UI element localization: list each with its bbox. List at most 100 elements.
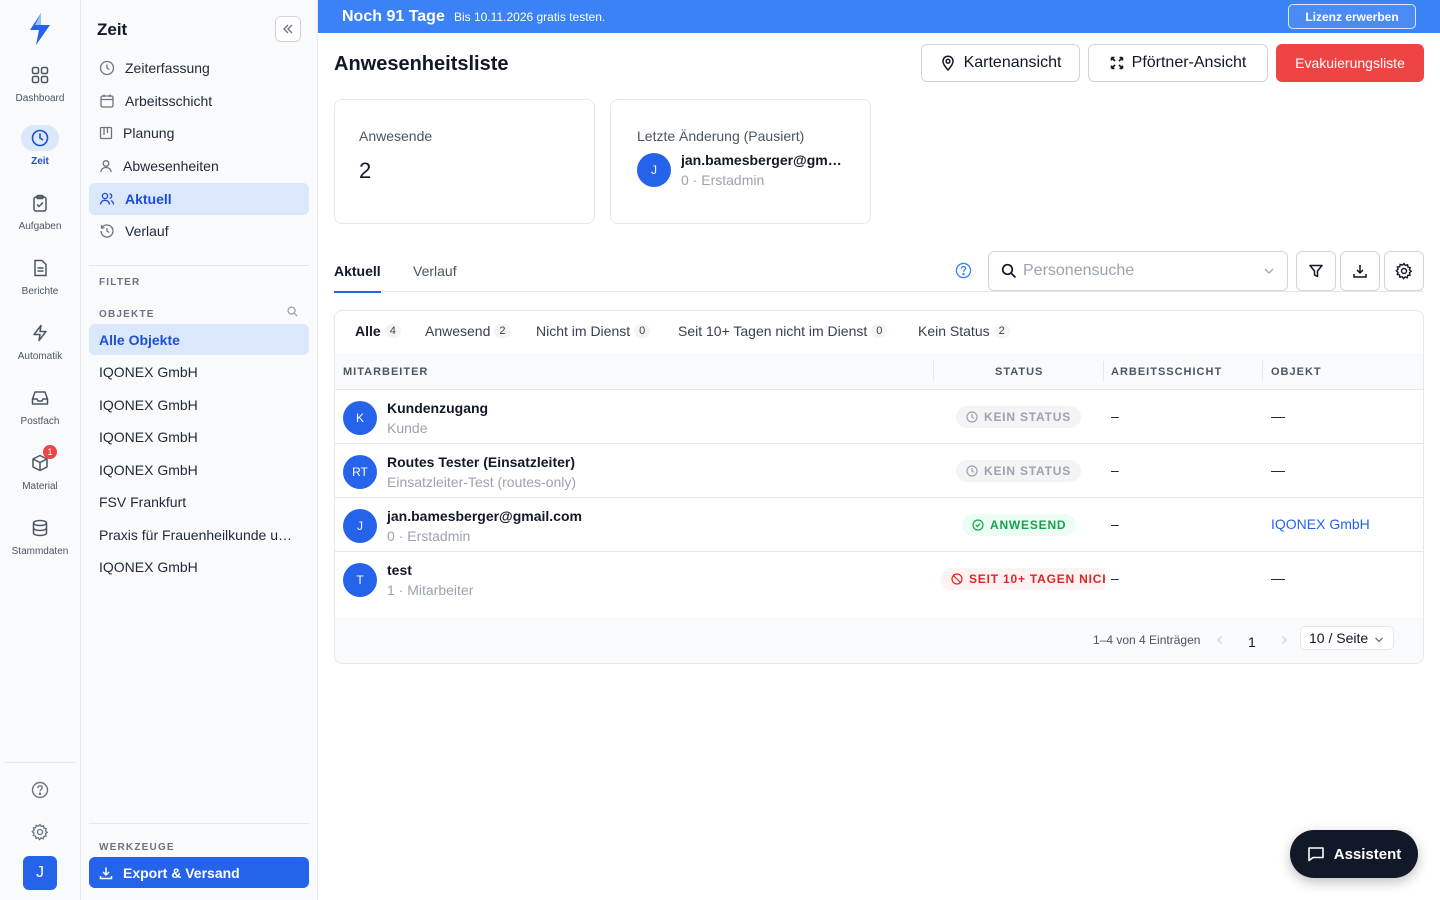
column-separator (1262, 361, 1263, 381)
rail-item-material[interactable]: 1 Material (0, 445, 80, 506)
shift-value: – (1111, 570, 1119, 586)
avatar: J (343, 509, 377, 543)
map-view-label: Kartenansicht (963, 54, 1062, 71)
chevron-down-icon (1264, 268, 1274, 274)
object-value: — (1271, 408, 1285, 424)
object-item[interactable]: IQONEX GmbH (89, 356, 309, 387)
filter-tab-alle[interactable]: Alle 4 (355, 323, 401, 339)
page-size-select[interactable]: 10 / Seite (1300, 626, 1394, 650)
status-text: KEIN STATUS (984, 410, 1072, 424)
tab-verlauf[interactable]: Verlauf (413, 263, 457, 279)
sidebar-divider (89, 823, 309, 824)
person-icon (100, 160, 112, 173)
object-link[interactable]: IQONEX GmbH (1271, 516, 1370, 532)
column-header-status[interactable]: STATUS (995, 366, 1043, 378)
tab-aktuell[interactable]: Aktuell (334, 263, 381, 279)
table-row[interactable]: T test 1 · Mitarbeiter SEIT 10+ TAGEN NI… (335, 552, 1423, 618)
object-item[interactable]: IQONEX GmbH (89, 421, 309, 452)
nav-label: Planung (123, 125, 175, 141)
user-avatar[interactable]: J (23, 856, 57, 890)
calendar-icon (100, 94, 114, 108)
nav-item-zeiterfassung[interactable]: Zeiterfassung (89, 52, 309, 84)
nav-item-arbeitsschicht[interactable]: Arbeitsschicht (89, 85, 309, 117)
nav-item-verlauf[interactable]: Verlauf (89, 215, 309, 247)
clock-icon (99, 60, 115, 76)
rail-item-automatik[interactable]: Automatik (0, 320, 80, 376)
person-search-input[interactable] (1023, 262, 1253, 280)
filter-count: 0 (634, 324, 651, 338)
employee-name: Kundenzugang (387, 400, 489, 416)
nav-item-aktuell[interactable]: Aktuell (89, 183, 309, 215)
help-circle-icon[interactable] (955, 262, 972, 279)
assistant-button[interactable]: Assistent (1290, 830, 1418, 878)
object-item-all[interactable]: Alle Objekte (89, 324, 309, 355)
icon-rail: Dashboard Zeit Aufgaben Berichte Automat… (0, 0, 81, 900)
expand-icon (1110, 56, 1123, 70)
rail-item-postfach[interactable]: Postfach (0, 385, 80, 441)
filter-tab-nicht-im-dienst[interactable]: Nicht im Dienst 0 (536, 323, 651, 339)
filter-label: Seit 10+ Tagen nicht im Dienst (678, 323, 868, 339)
chevron-right-icon[interactable] (1279, 635, 1289, 645)
page-number[interactable]: 1 (1248, 634, 1256, 650)
object-item[interactable]: Praxis für Frauenheilkunde un… (89, 519, 309, 550)
gate-view-button[interactable]: Pförtner-Ansicht (1088, 44, 1268, 82)
database-icon (21, 515, 59, 541)
table-row[interactable]: RT Routes Tester (Einsatzleiter) Einsatz… (335, 444, 1423, 498)
search-icon[interactable] (287, 306, 298, 317)
shift-value: – (1111, 462, 1119, 478)
filter-button[interactable] (1296, 251, 1336, 291)
shift-value: – (1111, 408, 1119, 424)
inbox-icon (21, 385, 59, 411)
chevron-down-icon (1375, 637, 1383, 643)
rail-item-dashboard[interactable]: Dashboard (0, 62, 80, 118)
notification-badge: 1 (43, 445, 57, 459)
chevron-left-icon[interactable] (1215, 635, 1225, 645)
avatar: RT (343, 455, 377, 489)
table-row[interactable]: K Kundenzugang Kunde KEIN STATUS – — (335, 390, 1423, 444)
object-item[interactable]: IQONEX GmbH (89, 389, 309, 420)
rail-item-aufgaben[interactable]: Aufgaben (0, 190, 80, 246)
object-label: Alle Objekte (99, 331, 180, 348)
filter-tab-seit-10-tagen[interactable]: Seit 10+ Tagen nicht im Dienst 0 (678, 323, 888, 339)
column-header-object[interactable]: OBJEKT (1271, 366, 1322, 378)
nav-label: Abwesenheiten (123, 158, 219, 174)
settings-gear-icon[interactable] (0, 823, 80, 841)
object-label: IQONEX GmbH (99, 428, 198, 445)
rail-item-berichte[interactable]: Berichte (0, 255, 80, 311)
table-header: MITARBEITER STATUS ARBEITSSCHICHT OBJEKT (335, 353, 1423, 390)
buy-license-button[interactable]: Lizenz erwerben (1288, 4, 1416, 29)
gate-view-label: Pförtner-Ansicht (1131, 54, 1247, 71)
filter-label: Kein Status (918, 323, 990, 339)
app-logo-icon[interactable] (27, 12, 53, 46)
export-button[interactable]: Export & Versand (89, 857, 309, 888)
table-settings-button[interactable] (1384, 251, 1424, 291)
collapse-sidebar-button[interactable] (275, 16, 301, 42)
filter-tab-anwesend[interactable]: Anwesend 2 (425, 323, 511, 339)
document-icon (21, 255, 59, 281)
rail-item-stammdaten[interactable]: Stammdaten (0, 515, 80, 571)
rail-label: Zeit (31, 156, 49, 167)
filter-tab-kein-status[interactable]: Kein Status 2 (918, 323, 1010, 339)
rail-label: Berichte (21, 286, 59, 297)
column-header-shift[interactable]: ARBEITSSCHICHT (1111, 366, 1222, 378)
sidebar-title: Zeit (97, 20, 128, 39)
employee-role: 1 · Mitarbeiter (387, 582, 474, 598)
nav-item-abwesenheiten[interactable]: Abwesenheiten (89, 150, 309, 182)
pagination-info: 1–4 von 4 Einträgen (1093, 633, 1201, 647)
object-item[interactable]: IQONEX GmbH (89, 551, 309, 582)
filter-count: 2 (494, 324, 511, 338)
evacuation-list-button[interactable]: Evakuierungsliste (1276, 44, 1424, 82)
person-search-select[interactable] (988, 251, 1288, 291)
last-change-name: jan.bamesberger@gm… (681, 152, 842, 168)
column-header-employee[interactable]: MITARBEITER (343, 366, 428, 378)
object-item[interactable]: FSV Frankfurt (89, 486, 309, 517)
rail-item-zeit[interactable]: Zeit (0, 125, 80, 181)
table-row[interactable]: J jan.bamesberger@gmail.com 0 · Erstadmi… (335, 498, 1423, 552)
map-view-button[interactable]: Kartenansicht (921, 44, 1080, 82)
download-button[interactable] (1340, 251, 1380, 291)
rail-label: Postfach (20, 416, 60, 427)
sidebar-divider (89, 265, 309, 266)
help-circle-icon[interactable] (0, 781, 80, 799)
nav-item-planung[interactable]: Planung (89, 117, 309, 149)
object-item[interactable]: IQONEX GmbH (89, 454, 309, 485)
